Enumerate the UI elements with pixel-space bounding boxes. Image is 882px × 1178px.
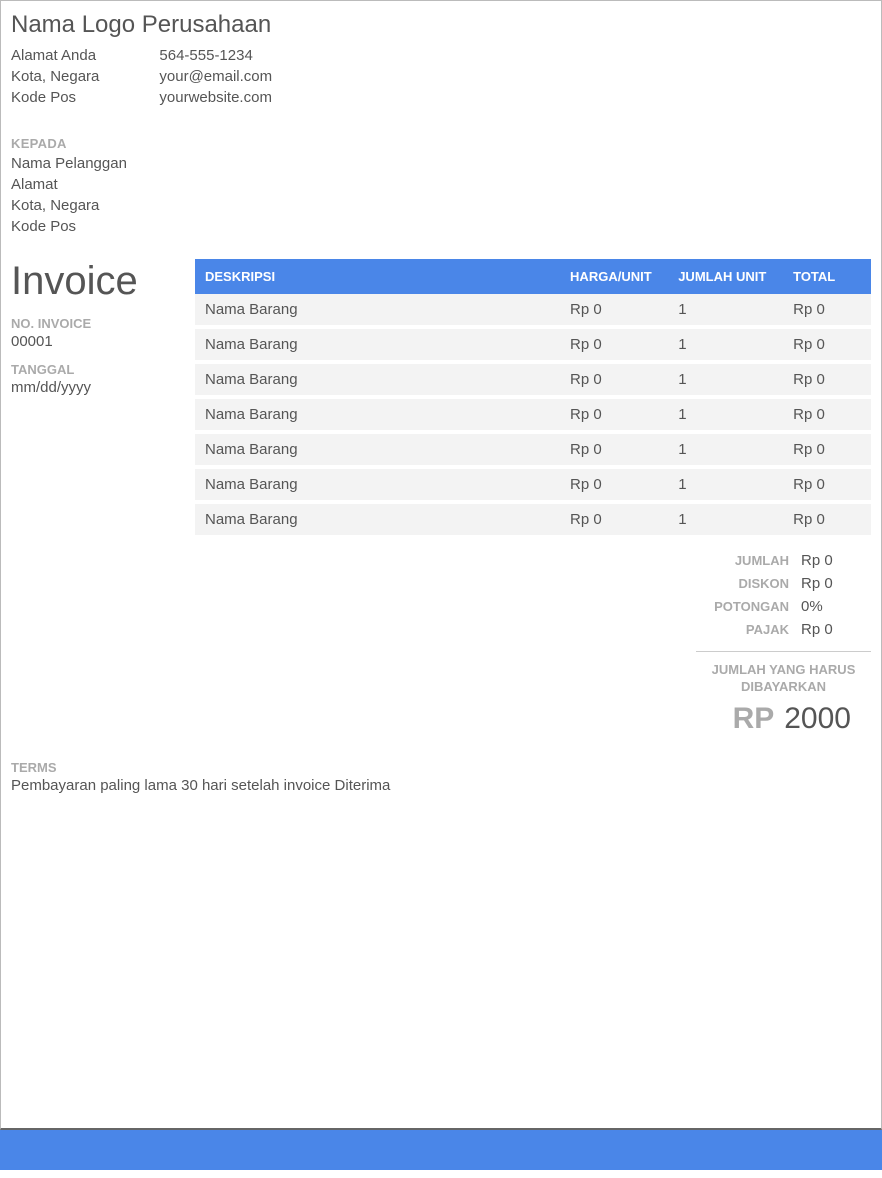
balance-currency: RP — [733, 702, 775, 736]
item-total: Rp 0 — [783, 294, 871, 327]
item-price: Rp 0 — [560, 502, 668, 535]
table-row: Nama BarangRp 01Rp 0 — [195, 362, 871, 397]
company-website: yourwebsite.com — [159, 87, 272, 108]
tax-value: Rp 0 — [801, 621, 871, 638]
customer-name: Nama Pelanggan — [11, 153, 871, 174]
item-price: Rp 0 — [560, 467, 668, 502]
company-name: Nama Logo Perusahaan — [11, 11, 871, 39]
discount-value: Rp 0 — [801, 575, 871, 592]
item-total: Rp 0 — [783, 467, 871, 502]
item-qty: 1 — [668, 294, 783, 327]
company-email: your@email.com — [159, 66, 272, 87]
item-desc: Nama Barang — [195, 432, 560, 467]
customer-block: Nama Pelanggan Alamat Kota, Negara Kode … — [11, 153, 871, 237]
item-total: Rp 0 — [783, 397, 871, 432]
item-price: Rp 0 — [560, 362, 668, 397]
item-price: Rp 0 — [560, 327, 668, 362]
company-city: Kota, Negara — [11, 66, 99, 87]
to-label: KEPADA — [11, 136, 871, 151]
th-qty: JUMLAH UNIT — [668, 259, 783, 294]
company-info: Alamat Anda Kota, Negara Kode Pos 564-55… — [11, 45, 871, 108]
table-row: Nama BarangRp 01Rp 0 — [195, 432, 871, 467]
customer-postal: Kode Pos — [11, 216, 871, 237]
invoice-date-label: TANGGAL — [11, 362, 181, 377]
item-price: Rp 0 — [560, 432, 668, 467]
table-row: Nama BarangRp 01Rp 0 — [195, 397, 871, 432]
table-row: Nama BarangRp 01Rp 0 — [195, 467, 871, 502]
item-desc: Nama Barang — [195, 294, 560, 327]
company-address: Alamat Anda — [11, 45, 99, 66]
company-phone: 564-555-1234 — [159, 45, 272, 66]
tax-label: PAJAK — [701, 622, 801, 637]
item-desc: Nama Barang — [195, 362, 560, 397]
item-desc: Nama Barang — [195, 502, 560, 535]
item-desc: Nama Barang — [195, 327, 560, 362]
invoice-no-label: NO. INVOICE — [11, 316, 181, 331]
item-total: Rp 0 — [783, 502, 871, 535]
footer-bar — [0, 1130, 882, 1170]
invoice-page: Nama Logo Perusahaan Alamat Anda Kota, N… — [0, 0, 882, 1130]
company-postal: Kode Pos — [11, 87, 99, 108]
discount-label: DISKON — [701, 576, 801, 591]
invoice-meta: Invoice NO. INVOICE 00001 TANGGAL mm/dd/… — [11, 259, 181, 736]
item-qty: 1 — [668, 502, 783, 535]
customer-city: Kota, Negara — [11, 195, 871, 216]
subtotal-label: JUMLAH — [701, 553, 801, 568]
item-qty: 1 — [668, 432, 783, 467]
item-total: Rp 0 — [783, 432, 871, 467]
table-row: Nama BarangRp 01Rp 0 — [195, 502, 871, 535]
th-price: HARGA/UNIT — [560, 259, 668, 294]
table-row: Nama BarangRp 01Rp 0 — [195, 294, 871, 327]
deduction-value: 0% — [801, 598, 871, 615]
item-qty: 1 — [668, 362, 783, 397]
item-total: Rp 0 — [783, 362, 871, 397]
items-table: DESKRIPSI HARGA/UNIT JUMLAH UNIT TOTAL N… — [195, 259, 871, 535]
item-total: Rp 0 — [783, 327, 871, 362]
balance-due-label: JUMLAH YANG HARUS DIBAYARKAN — [696, 662, 871, 696]
item-price: Rp 0 — [560, 294, 668, 327]
summary-block: JUMLAH Rp 0 DISKON Rp 0 POTONGAN 0% PAJA… — [195, 549, 871, 736]
invoice-date-value: mm/dd/yyyy — [11, 379, 181, 396]
invoice-title: Invoice — [11, 259, 181, 304]
item-qty: 1 — [668, 467, 783, 502]
terms-text: Pembayaran paling lama 30 hari setelah i… — [11, 777, 871, 794]
item-qty: 1 — [668, 327, 783, 362]
item-desc: Nama Barang — [195, 397, 560, 432]
balance-amount: 2000 — [784, 702, 851, 736]
item-qty: 1 — [668, 397, 783, 432]
invoice-no-value: 00001 — [11, 333, 181, 350]
table-row: Nama BarangRp 01Rp 0 — [195, 327, 871, 362]
item-desc: Nama Barang — [195, 467, 560, 502]
deduction-label: POTONGAN — [701, 599, 801, 614]
customer-address: Alamat — [11, 174, 871, 195]
summary-divider — [696, 651, 871, 652]
th-total: TOTAL — [783, 259, 871, 294]
terms-label: TERMS — [11, 760, 871, 775]
th-desc: DESKRIPSI — [195, 259, 560, 294]
item-price: Rp 0 — [560, 397, 668, 432]
subtotal-value: Rp 0 — [801, 552, 871, 569]
